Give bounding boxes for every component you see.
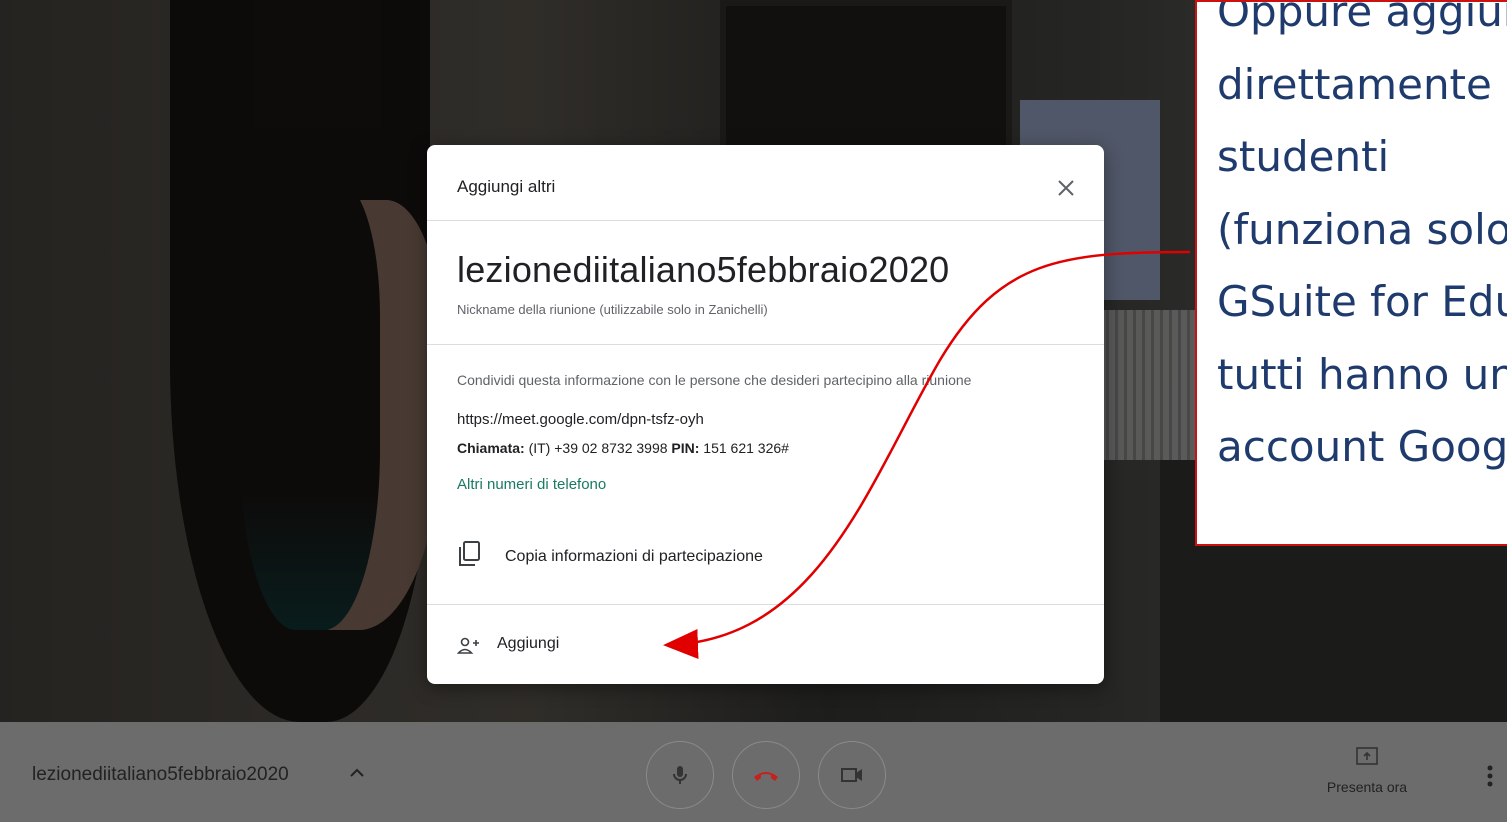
pin-label: PIN: <box>671 440 700 456</box>
add-people-label: Aggiungi <box>497 635 560 652</box>
present-screen-icon <box>1356 747 1378 765</box>
dial-in-info: Chiamata: (IT) +39 02 8732 3998 PIN: 151… <box>457 440 789 456</box>
add-people-button[interactable]: Aggiungi <box>457 633 757 663</box>
meeting-details-toggle[interactable]: lezionediitaliano5febbraio2020 <box>32 764 289 786</box>
present-now-button[interactable]: Presenta ora <box>1314 746 1420 802</box>
more-options-icon[interactable] <box>1480 762 1500 792</box>
add-person-icon <box>457 637 479 654</box>
chevron-up-icon[interactable] <box>348 764 366 782</box>
share-note: Condividi questa informazione con le per… <box>457 372 972 388</box>
copy-joining-info-label: Copia informazioni di partecipazione <box>505 548 763 565</box>
call-label: Chiamata: <box>457 440 525 456</box>
nickname-note: Nickname della riunione (utilizzabile so… <box>457 302 768 317</box>
call-number: (IT) +39 02 8732 3998 <box>524 440 672 456</box>
annotation-text: Oppure aggiungi direttamente gli student… <box>1217 0 1507 471</box>
hang-up-icon <box>754 772 778 781</box>
microphone-button[interactable] <box>646 741 714 809</box>
copy-joining-info-button[interactable]: Copia informazioni di partecipazione <box>457 540 1057 570</box>
divider <box>427 604 1104 605</box>
dialog-title: Aggiungi altri <box>457 177 556 196</box>
annotation-callout: Oppure aggiungi direttamente gli student… <box>1195 0 1507 546</box>
end-call-button[interactable] <box>732 741 800 809</box>
meeting-nickname: lezionediitaliano5febbraio2020 <box>457 249 950 290</box>
divider <box>427 344 1104 345</box>
divider <box>427 220 1104 221</box>
copy-icon <box>459 541 480 566</box>
microphone-icon <box>673 766 687 784</box>
other-phone-numbers-link[interactable]: Altri numeri di telefono <box>457 476 606 493</box>
camera-icon <box>841 768 862 782</box>
camera-button[interactable] <box>818 741 886 809</box>
close-icon[interactable] <box>1055 177 1077 199</box>
pin-value: 151 621 326# <box>699 440 789 456</box>
present-now-label: Presenta ora <box>1326 779 1408 795</box>
meeting-url: https://meet.google.com/dpn-tsfz-oyh <box>457 411 704 428</box>
add-others-dialog: Aggiungi altri lezionediitaliano5febbrai… <box>427 145 1104 684</box>
